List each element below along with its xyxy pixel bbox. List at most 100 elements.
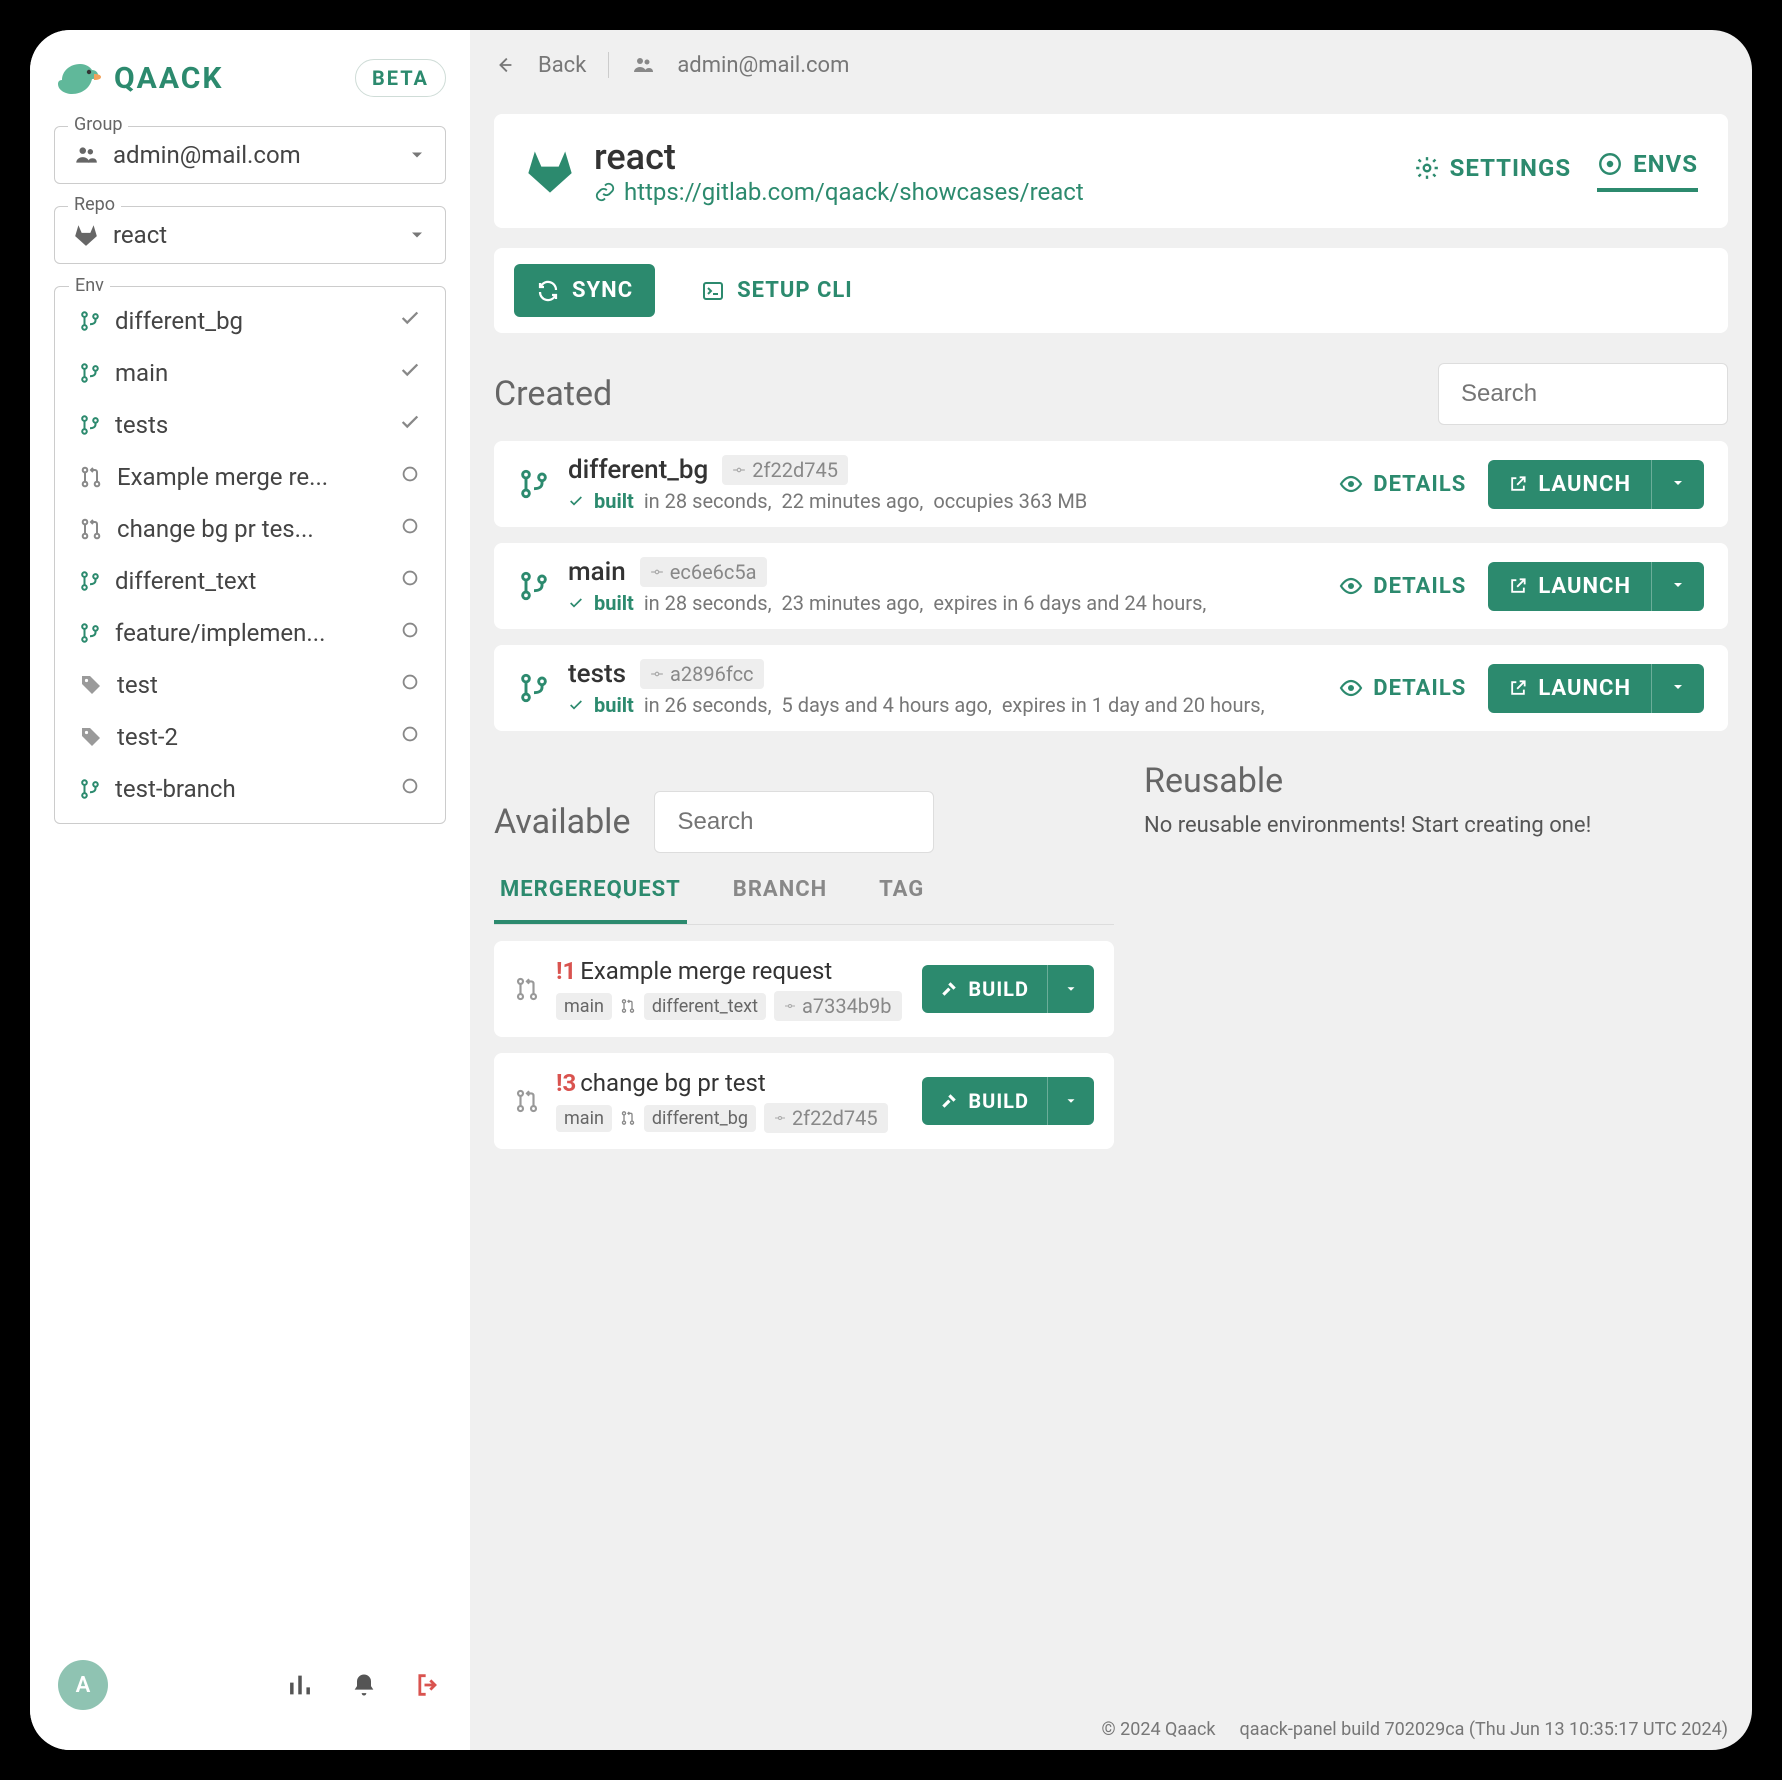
mr-id: !1 bbox=[556, 957, 576, 985]
open-icon bbox=[1508, 576, 1528, 596]
mr-icon bbox=[620, 998, 636, 1014]
repo-label: Repo bbox=[68, 194, 121, 215]
build-button[interactable]: BUILD bbox=[922, 965, 1094, 1013]
details-link[interactable]: DETAILS bbox=[1339, 676, 1466, 701]
branch-from-chip[interactable]: main bbox=[556, 1105, 612, 1132]
chevron-down-icon bbox=[1064, 982, 1078, 996]
topbar-user: admin@mail.com bbox=[677, 53, 849, 78]
tab-tag[interactable]: TAG bbox=[873, 863, 930, 924]
gear-icon bbox=[1414, 155, 1440, 181]
mr-icon bbox=[79, 465, 103, 489]
env-status-icon bbox=[399, 567, 421, 595]
branch-from-chip[interactable]: main bbox=[556, 993, 612, 1020]
gitlab-icon bbox=[73, 222, 99, 248]
avatar[interactable]: A bbox=[58, 1660, 108, 1710]
branch-to-chip[interactable]: different_bg bbox=[644, 1105, 756, 1132]
details-link[interactable]: DETAILS bbox=[1339, 472, 1466, 497]
people-icon bbox=[631, 53, 655, 77]
available-search-input[interactable] bbox=[654, 791, 934, 853]
build-dropdown[interactable] bbox=[1047, 965, 1094, 1013]
mr-card: !1 Example merge request main different_… bbox=[494, 941, 1114, 1037]
env-status-icon bbox=[399, 515, 421, 543]
gitlab-icon bbox=[524, 145, 576, 197]
hammer-icon bbox=[940, 980, 958, 998]
commit-chip[interactable]: ec6e6c5a bbox=[640, 557, 767, 587]
branch-icon bbox=[518, 468, 550, 500]
created-env-name: tests bbox=[568, 659, 626, 689]
commit-chip[interactable]: a2896fcc bbox=[640, 659, 764, 689]
sidebar-env-item[interactable]: test-2 bbox=[55, 711, 445, 763]
launch-button[interactable]: LAUNCH bbox=[1488, 460, 1704, 509]
env-name: different_bg bbox=[115, 307, 243, 335]
launch-button[interactable]: LAUNCH bbox=[1488, 562, 1704, 611]
build-duration: in 26 seconds, bbox=[644, 693, 772, 717]
sidebar-env-item[interactable]: different_text bbox=[55, 555, 445, 607]
chart-icon[interactable] bbox=[286, 1671, 314, 1699]
app-logo[interactable]: QAACK bbox=[54, 58, 223, 98]
sidebar-env-item[interactable]: test-branch bbox=[55, 763, 445, 815]
launch-dropdown[interactable] bbox=[1651, 460, 1704, 509]
duck-icon bbox=[54, 58, 102, 98]
build-dropdown[interactable] bbox=[1047, 1077, 1094, 1125]
link-icon bbox=[594, 181, 616, 203]
created-env-card: main ec6e6c5a built in 28 seconds, 23 mi… bbox=[494, 543, 1728, 629]
sidebar-env-item[interactable]: feature/implemen... bbox=[55, 607, 445, 659]
commit-chip[interactable]: 2f22d745 bbox=[722, 455, 848, 485]
sidebar-env-item[interactable]: test bbox=[55, 659, 445, 711]
created-search-input[interactable] bbox=[1438, 363, 1728, 425]
check-icon bbox=[568, 697, 584, 713]
chevron-down-icon bbox=[1670, 577, 1686, 593]
build-duration: in 28 seconds, bbox=[644, 489, 772, 513]
tab-mergerequest[interactable]: MERGEREQUEST bbox=[494, 863, 687, 924]
branch-icon bbox=[79, 568, 101, 594]
launch-dropdown[interactable] bbox=[1651, 664, 1704, 713]
mr-card: !3 change bg pr test main different_bg 2… bbox=[494, 1053, 1114, 1149]
check-icon bbox=[568, 595, 584, 611]
repo-url[interactable]: https://gitlab.com/qaack/showcases/react bbox=[624, 178, 1084, 206]
sidebar-env-item[interactable]: tests bbox=[55, 399, 445, 451]
build-extra: expires in 6 days and 24 hours, bbox=[933, 591, 1206, 615]
logout-icon[interactable] bbox=[414, 1671, 442, 1699]
details-link[interactable]: DETAILS bbox=[1339, 574, 1466, 599]
setup-cli-button[interactable]: SETUP CLI bbox=[679, 264, 875, 317]
check-icon bbox=[568, 493, 584, 509]
eye-icon bbox=[1339, 472, 1363, 496]
commit-chip[interactable]: 2f22d745 bbox=[764, 1103, 888, 1133]
arrow-left-icon[interactable] bbox=[494, 54, 516, 76]
env-name: change bg pr tes... bbox=[117, 515, 314, 543]
launch-button[interactable]: LAUNCH bbox=[1488, 664, 1704, 713]
build-extra: expires in 1 day and 20 hours, bbox=[1002, 693, 1265, 717]
env-status-icon bbox=[399, 307, 421, 335]
env-status-icon bbox=[399, 671, 421, 699]
terminal-icon bbox=[701, 279, 725, 303]
settings-tab[interactable]: SETTINGS bbox=[1414, 154, 1572, 192]
tab-branch[interactable]: BRANCH bbox=[727, 863, 833, 924]
app-name: QAACK bbox=[114, 61, 223, 96]
bell-icon[interactable] bbox=[350, 1671, 378, 1699]
created-env-name: main bbox=[568, 557, 626, 587]
sidebar-env-item[interactable]: change bg pr tes... bbox=[55, 503, 445, 555]
repo-value: react bbox=[113, 221, 167, 249]
sidebar-env-item[interactable]: Example merge re... bbox=[55, 451, 445, 503]
branch-icon bbox=[79, 776, 101, 802]
open-icon bbox=[1508, 678, 1528, 698]
sidebar-env-item[interactable]: different_bg bbox=[55, 295, 445, 347]
branch-to-chip[interactable]: different_text bbox=[644, 993, 766, 1020]
eye-icon bbox=[1339, 574, 1363, 598]
built-status: built bbox=[594, 591, 634, 615]
env-status-icon bbox=[399, 775, 421, 803]
group-value: admin@mail.com bbox=[113, 141, 301, 169]
envs-tab[interactable]: ENVS bbox=[1597, 150, 1698, 192]
env-name: tests bbox=[115, 411, 168, 439]
back-link[interactable]: Back bbox=[538, 53, 586, 78]
build-ago: 23 minutes ago, bbox=[782, 591, 924, 615]
launch-dropdown[interactable] bbox=[1651, 562, 1704, 611]
mr-icon bbox=[620, 1110, 636, 1126]
available-title: Available bbox=[494, 802, 630, 842]
build-extra: occupies 363 MB bbox=[933, 489, 1087, 513]
build-button[interactable]: BUILD bbox=[922, 1077, 1094, 1125]
commit-chip[interactable]: a7334b9b bbox=[774, 991, 902, 1021]
env-status-icon bbox=[399, 463, 421, 491]
sync-button[interactable]: SYNC bbox=[514, 264, 655, 317]
sidebar-env-item[interactable]: main bbox=[55, 347, 445, 399]
